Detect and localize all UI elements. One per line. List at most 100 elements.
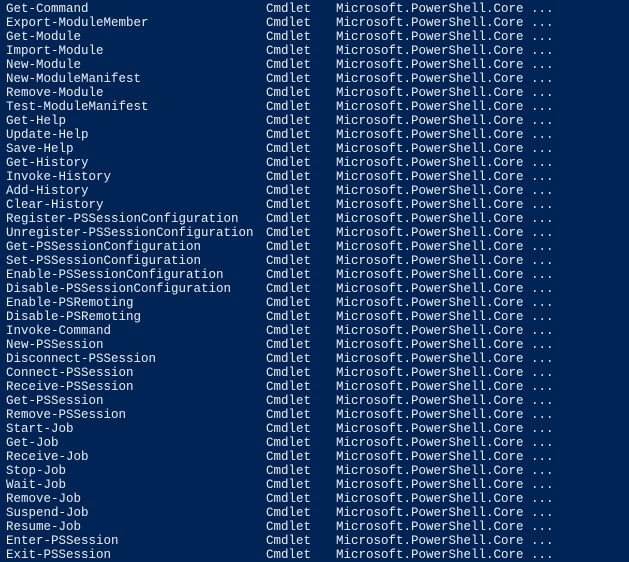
command-source: Microsoft.PowerShell.Core ...	[336, 548, 554, 562]
output-row: Get-CommandCmdletMicrosoft.PowerShell.Co…	[6, 2, 623, 16]
command-source: Microsoft.PowerShell.Core ...	[336, 450, 554, 464]
command-source: Microsoft.PowerShell.Core ...	[336, 226, 554, 240]
output-row: Clear-HistoryCmdletMicrosoft.PowerShell.…	[6, 198, 623, 212]
output-row: Get-HistoryCmdletMicrosoft.PowerShell.Co…	[6, 156, 623, 170]
command-type: Cmdlet	[266, 310, 336, 324]
output-row: Disconnect-PSSessionCmdletMicrosoft.Powe…	[6, 352, 623, 366]
command-type: Cmdlet	[266, 30, 336, 44]
command-name: Unregister-PSSessionConfiguration	[6, 226, 266, 240]
command-name: Get-Help	[6, 114, 266, 128]
output-row: Enable-PSSessionConfigurationCmdletMicro…	[6, 268, 623, 282]
command-name: Invoke-Command	[6, 324, 266, 338]
command-source: Microsoft.PowerShell.Core ...	[336, 296, 554, 310]
command-type: Cmdlet	[266, 100, 336, 114]
command-type: Cmdlet	[266, 86, 336, 100]
command-type: Cmdlet	[266, 128, 336, 142]
output-row: Remove-PSSessionCmdletMicrosoft.PowerShe…	[6, 408, 623, 422]
command-source: Microsoft.PowerShell.Core ...	[336, 72, 554, 86]
command-type: Cmdlet	[266, 338, 336, 352]
command-source: Microsoft.PowerShell.Core ...	[336, 2, 554, 16]
command-type: Cmdlet	[266, 394, 336, 408]
output-row: Get-PSSessionCmdletMicrosoft.PowerShell.…	[6, 394, 623, 408]
command-source: Microsoft.PowerShell.Core ...	[336, 464, 554, 478]
output-row: Connect-PSSessionCmdletMicrosoft.PowerSh…	[6, 366, 623, 380]
command-type: Cmdlet	[266, 478, 336, 492]
command-source: Microsoft.PowerShell.Core ...	[336, 478, 554, 492]
command-type: Cmdlet	[266, 296, 336, 310]
command-type: Cmdlet	[266, 436, 336, 450]
command-type: Cmdlet	[266, 198, 336, 212]
command-name: New-ModuleManifest	[6, 72, 266, 86]
command-source: Microsoft.PowerShell.Core ...	[336, 58, 554, 72]
command-source: Microsoft.PowerShell.Core ...	[336, 492, 554, 506]
command-type: Cmdlet	[266, 254, 336, 268]
command-name: Enable-PSRemoting	[6, 296, 266, 310]
command-name: Remove-Job	[6, 492, 266, 506]
output-row: Add-HistoryCmdletMicrosoft.PowerShell.Co…	[6, 184, 623, 198]
command-source: Microsoft.PowerShell.Core ...	[336, 268, 554, 282]
output-row: Receive-JobCmdletMicrosoft.PowerShell.Co…	[6, 450, 623, 464]
command-type: Cmdlet	[266, 506, 336, 520]
command-type: Cmdlet	[266, 16, 336, 30]
output-row: Start-JobCmdletMicrosoft.PowerShell.Core…	[6, 422, 623, 436]
command-type: Cmdlet	[266, 114, 336, 128]
command-source: Microsoft.PowerShell.Core ...	[336, 44, 554, 58]
command-source: Microsoft.PowerShell.Core ...	[336, 240, 554, 254]
output-row: Exit-PSSessionCmdletMicrosoft.PowerShell…	[6, 548, 623, 562]
command-name: Start-Job	[6, 422, 266, 436]
command-source: Microsoft.PowerShell.Core ...	[336, 534, 554, 548]
command-name: Get-Command	[6, 2, 266, 16]
command-source: Microsoft.PowerShell.Core ...	[336, 310, 554, 324]
command-name: Receive-PSSession	[6, 380, 266, 394]
command-name: Get-Module	[6, 30, 266, 44]
output-row: Update-HelpCmdletMicrosoft.PowerShell.Co…	[6, 128, 623, 142]
command-name: New-Module	[6, 58, 266, 72]
command-name: Update-Help	[6, 128, 266, 142]
command-type: Cmdlet	[266, 450, 336, 464]
command-type: Cmdlet	[266, 534, 336, 548]
output-row: Disable-PSSessionConfigurationCmdletMicr…	[6, 282, 623, 296]
command-name: Export-ModuleMember	[6, 16, 266, 30]
command-source: Microsoft.PowerShell.Core ...	[336, 506, 554, 520]
command-name: Suspend-Job	[6, 506, 266, 520]
terminal-output[interactable]: Get-CommandCmdletMicrosoft.PowerShell.Co…	[6, 2, 623, 562]
command-type: Cmdlet	[266, 156, 336, 170]
output-row: Register-PSSessionConfigurationCmdletMic…	[6, 212, 623, 226]
command-name: Remove-PSSession	[6, 408, 266, 422]
command-name: Receive-Job	[6, 450, 266, 464]
command-type: Cmdlet	[266, 520, 336, 534]
output-row: Resume-JobCmdletMicrosoft.PowerShell.Cor…	[6, 520, 623, 534]
command-name: Enable-PSSessionConfiguration	[6, 268, 266, 282]
command-name: Get-PSSessionConfiguration	[6, 240, 266, 254]
command-name: Register-PSSessionConfiguration	[6, 212, 266, 226]
command-type: Cmdlet	[266, 268, 336, 282]
command-name: Set-PSSessionConfiguration	[6, 254, 266, 268]
output-row: Set-PSSessionConfigurationCmdletMicrosof…	[6, 254, 623, 268]
command-type: Cmdlet	[266, 422, 336, 436]
output-row: Enter-PSSessionCmdletMicrosoft.PowerShel…	[6, 534, 623, 548]
command-name: Get-History	[6, 156, 266, 170]
command-source: Microsoft.PowerShell.Core ...	[336, 436, 554, 450]
command-name: Stop-Job	[6, 464, 266, 478]
command-type: Cmdlet	[266, 2, 336, 16]
command-source: Microsoft.PowerShell.Core ...	[336, 352, 554, 366]
output-row: Get-HelpCmdletMicrosoft.PowerShell.Core …	[6, 114, 623, 128]
output-row: Save-HelpCmdletMicrosoft.PowerShell.Core…	[6, 142, 623, 156]
command-name: Get-Job	[6, 436, 266, 450]
command-source: Microsoft.PowerShell.Core ...	[336, 338, 554, 352]
output-row: New-ModuleManifestCmdletMicrosoft.PowerS…	[6, 72, 623, 86]
command-name: Resume-Job	[6, 520, 266, 534]
output-row: Get-JobCmdletMicrosoft.PowerShell.Core .…	[6, 436, 623, 450]
command-type: Cmdlet	[266, 548, 336, 562]
command-name: Enter-PSSession	[6, 534, 266, 548]
command-source: Microsoft.PowerShell.Core ...	[336, 156, 554, 170]
command-source: Microsoft.PowerShell.Core ...	[336, 142, 554, 156]
output-row: Wait-JobCmdletMicrosoft.PowerShell.Core …	[6, 478, 623, 492]
command-type: Cmdlet	[266, 184, 336, 198]
command-type: Cmdlet	[266, 408, 336, 422]
command-source: Microsoft.PowerShell.Core ...	[336, 114, 554, 128]
output-row: Get-ModuleCmdletMicrosoft.PowerShell.Cor…	[6, 30, 623, 44]
command-source: Microsoft.PowerShell.Core ...	[336, 422, 554, 436]
command-type: Cmdlet	[266, 142, 336, 156]
command-source: Microsoft.PowerShell.Core ...	[336, 170, 554, 184]
